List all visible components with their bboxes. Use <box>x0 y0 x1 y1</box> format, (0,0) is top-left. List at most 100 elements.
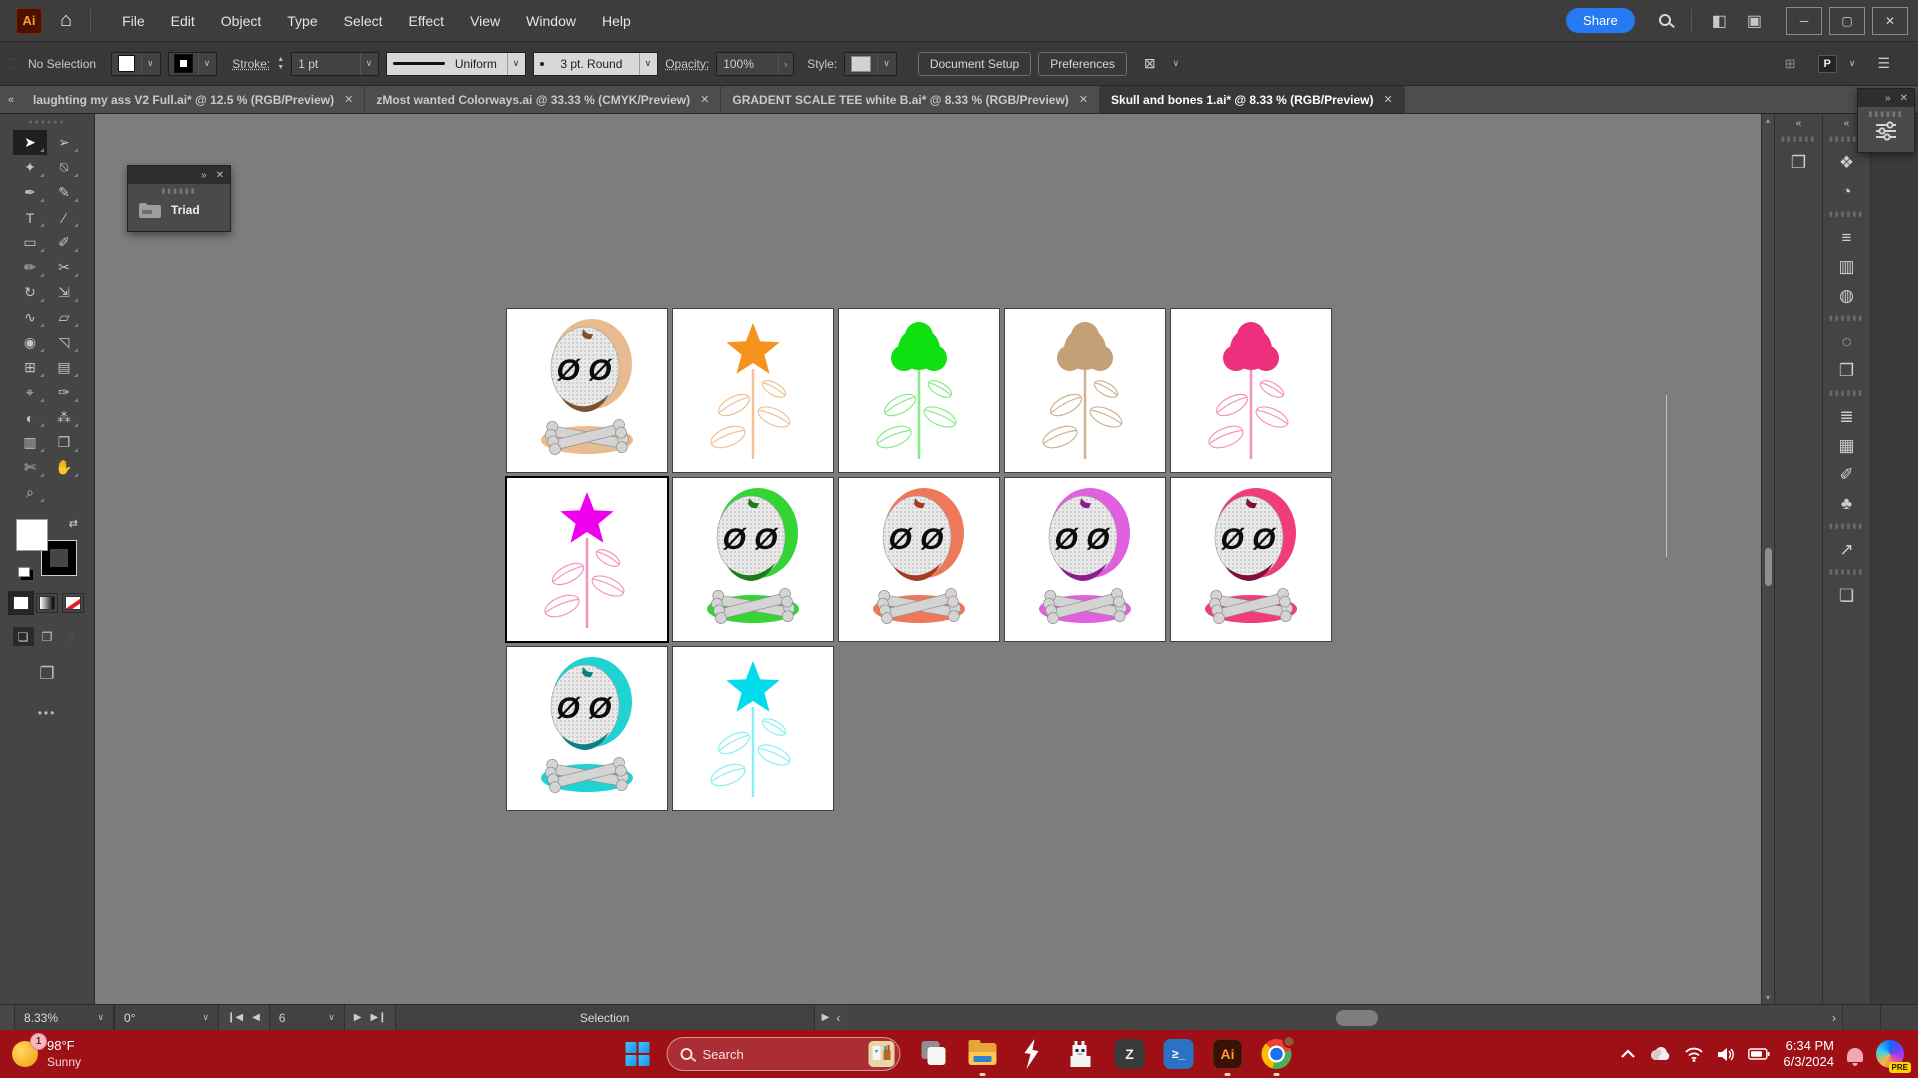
line-segment-tool[interactable]: ∕ <box>47 205 81 230</box>
eyedropper-tool[interactable]: ✑ <box>47 380 81 405</box>
panel-transparency[interactable]: ◍ <box>1828 281 1866 310</box>
document-tab-4[interactable]: Skull and bones 1.ai* @ 8.33 % (RGB/Prev… <box>1100 86 1405 113</box>
hscroll-left-icon[interactable]: ‹ <box>836 1011 846 1025</box>
panel-stroke[interactable]: ≡ <box>1828 223 1866 252</box>
workspace-switcher-icon[interactable]: ▣ <box>1747 11 1762 31</box>
gradient-button[interactable] <box>36 593 58 613</box>
folder-name[interactable]: Triad <box>171 203 200 217</box>
panel-brushes[interactable]: ✐ <box>1828 460 1866 489</box>
measure-tool[interactable]: ⌖ <box>13 380 47 405</box>
copilot-icon[interactable]: PRE <box>1876 1040 1904 1068</box>
illustrator-taskbar-icon[interactable]: Ai <box>1212 1038 1244 1070</box>
lasso-tool[interactable]: ⍉ <box>47 155 81 180</box>
prev-artboard-icon[interactable]: ◀ <box>252 1012 260 1023</box>
rotation-dropdown[interactable]: 0° ∨ <box>114 1005 219 1030</box>
panel-3d-and-materials[interactable]: ❒ <box>1780 148 1818 177</box>
chrome-icon[interactable] <box>1261 1038 1293 1070</box>
battery-icon[interactable] <box>1748 1048 1770 1060</box>
panel-collapse-icon[interactable]: » <box>1885 93 1891 104</box>
stroke-color-dropdown[interactable]: ∨ <box>168 52 218 76</box>
arrange-documents-icon[interactable]: ◧ <box>1712 11 1727 31</box>
share-button[interactable]: Share <box>1566 8 1635 33</box>
pen-tool[interactable]: ✒ <box>13 180 47 205</box>
artboard-10[interactable]: Ø Ø <box>1171 478 1331 641</box>
panel-artboards[interactable]: ❐ <box>1828 356 1866 385</box>
properties-sliders-icon[interactable] <box>1873 118 1899 144</box>
artboard-3[interactable] <box>839 309 999 472</box>
panel-layers[interactable]: ≣ <box>1828 402 1866 431</box>
horizontal-scrollbar[interactable]: › <box>846 1005 1842 1030</box>
preferences-button[interactable]: Preferences <box>1038 52 1127 76</box>
magic-wand-tool[interactable]: ✦ <box>13 155 47 180</box>
triad-grip[interactable]: ▮▮▮▮▮▮ <box>128 184 230 195</box>
dock-grip[interactable]: ▮▮▮▮▮▮ <box>1829 390 1864 397</box>
perspective-grid-tool[interactable]: ◹ <box>47 330 81 355</box>
default-fill-stroke-icon[interactable] <box>18 567 30 577</box>
tray-clock[interactable]: 6:34 PM 6/3/2024 <box>1783 1038 1834 1071</box>
menu-effect[interactable]: Effect <box>396 13 458 29</box>
none-button[interactable] <box>62 593 84 613</box>
scroll-down-icon[interactable]: ▾ <box>1762 993 1774 1002</box>
dock-grip[interactable]: ▮▮▮▮▮▮ <box>1829 569 1864 576</box>
first-artboard-icon[interactable]: ❙◀ <box>227 1012 243 1023</box>
screen-mode-icon[interactable]: ❐ <box>39 664 54 684</box>
type-tool[interactable]: T <box>13 205 47 230</box>
artboard-4[interactable] <box>1005 309 1165 472</box>
blend-tool[interactable]: ◐ <box>13 405 47 430</box>
volume-icon[interactable] <box>1717 1047 1735 1062</box>
chevron-down-icon[interactable]: ∨ <box>1849 58 1856 69</box>
collapse-panels-icon[interactable]: « <box>1796 118 1802 129</box>
brush-definition-dropdown[interactable]: 3 pt. Round∨ <box>533 52 658 76</box>
close-button[interactable]: ✕ <box>1872 7 1908 35</box>
panel-gradient[interactable]: ▥ <box>1828 252 1866 281</box>
clipboard-app-icon[interactable] <box>918 1038 950 1070</box>
panel-symbols[interactable]: ♣ <box>1828 489 1866 518</box>
draw-inside-icon[interactable]: ◌ <box>61 627 82 646</box>
stroke-weight-dropdown[interactable]: 1 pt∨ <box>291 52 379 76</box>
slice-tool[interactable]: ✄ <box>13 455 47 480</box>
zoom-level-dropdown[interactable]: 8.33% ∨ <box>14 1005 114 1030</box>
vertical-scroll-thumb[interactable] <box>1765 548 1772 586</box>
tabbar-collapse-icon[interactable]: « <box>0 86 22 113</box>
document-tab-2[interactable]: zMost wanted Colorways.ai @ 33.33 % (CMY… <box>365 86 721 113</box>
paintbrush-tool[interactable]: ✐ <box>47 230 81 255</box>
dock-grip[interactable]: ▮▮▮▮▮▮ <box>1781 136 1816 143</box>
document-tab-1[interactable]: laughting my ass V2 Full.ai* @ 12.5 % (R… <box>22 86 365 113</box>
tools-panel-grip[interactable]: ●●●●●● <box>28 119 65 126</box>
tab-close-icon[interactable]: ✕ <box>344 93 353 106</box>
collapse-panels-icon[interactable]: « <box>1844 118 1850 129</box>
shape-builder-tool[interactable]: ◉ <box>13 330 47 355</box>
panel-collapse-icon[interactable]: » <box>201 170 207 181</box>
tray-chevron-up-icon[interactable] <box>1620 1049 1636 1059</box>
artboard-8[interactable]: Ø Ø <box>839 478 999 641</box>
width-profile-dropdown[interactable]: Uniform∨ <box>386 52 526 76</box>
menu-edit[interactable]: Edit <box>158 13 208 29</box>
opacity-link[interactable]: Opacity: <box>665 57 709 71</box>
hand-tool[interactable]: ✋ <box>47 455 81 480</box>
tab-close-icon[interactable]: ✕ <box>1079 93 1088 106</box>
minimize-button[interactable]: ─ <box>1786 7 1822 35</box>
draw-behind-icon[interactable]: ❐ <box>37 627 58 646</box>
start-button[interactable] <box>626 1042 650 1066</box>
props-grip[interactable]: ▮▮▮▮▮▮ <box>1868 107 1903 118</box>
artboard-number-dropdown[interactable]: 6 ∨ <box>269 1005 345 1030</box>
direct-selection-tool[interactable]: ➢ <box>47 130 81 155</box>
dark-z-app-icon[interactable]: Z <box>1114 1038 1146 1070</box>
menu-help[interactable]: Help <box>589 13 644 29</box>
search-icon[interactable] <box>1659 14 1671 26</box>
file-explorer-icon[interactable] <box>967 1038 999 1070</box>
menu-view[interactable]: View <box>457 13 513 29</box>
control-bar-grip[interactable]: ⋮⋮ <box>8 55 17 73</box>
menu-window[interactable]: Window <box>513 13 589 29</box>
onedrive-icon[interactable] <box>1649 1047 1671 1061</box>
llama-app-icon[interactable] <box>1065 1038 1097 1070</box>
last-artboard-icon[interactable]: ▶❙ <box>370 1012 386 1023</box>
shaper-tool[interactable]: ✏ <box>13 255 47 280</box>
stroke-panel-link[interactable]: Stroke: <box>232 57 270 71</box>
fill-proxy[interactable] <box>16 519 48 551</box>
panel-color-guide[interactable]: ◔ <box>1828 177 1866 206</box>
rotate-tool[interactable]: ↻ <box>13 280 47 305</box>
scissors-tool[interactable]: ✂ <box>47 255 81 280</box>
menu-select[interactable]: Select <box>331 13 396 29</box>
dock-grip[interactable]: ▮▮▮▮▮▮ <box>1829 211 1864 218</box>
